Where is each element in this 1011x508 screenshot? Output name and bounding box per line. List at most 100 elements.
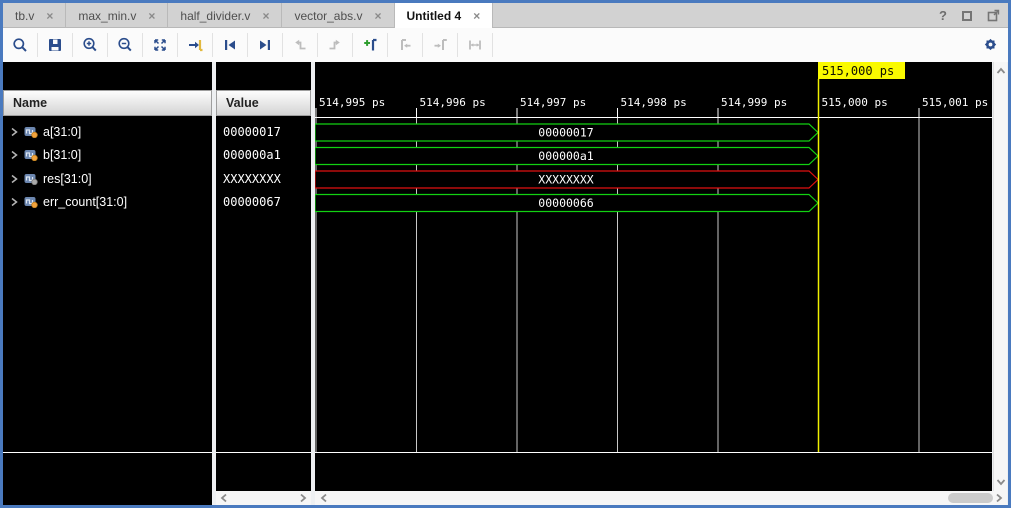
- window-controls: ?: [939, 3, 1000, 28]
- scroll-left-icon[interactable]: [218, 492, 230, 504]
- scroll-up-icon[interactable]: [995, 65, 1007, 77]
- waveform-vertical-scrollbar[interactable]: [993, 62, 1007, 491]
- previous-transition-icon: [222, 37, 238, 53]
- name-column-header[interactable]: Name: [3, 90, 212, 116]
- value-list: 00000017 000000a1 XXXXXXXX 00000067: [216, 120, 311, 214]
- bus-value-a: 00000017: [538, 126, 593, 140]
- expand-chevron-icon[interactable]: [10, 150, 19, 160]
- bus-signal-icon: [24, 149, 38, 161]
- bus-waveforms: 00000017 000000a1 XXXXXXXX 00000066: [315, 124, 818, 212]
- panel-divider-line: [315, 452, 992, 453]
- bus-signal-icon: [24, 126, 38, 138]
- signal-row-a[interactable]: a[31:0]: [3, 120, 212, 144]
- zoom-in-button[interactable]: [73, 33, 108, 57]
- help-icon[interactable]: ?: [939, 8, 947, 23]
- save-button[interactable]: [38, 33, 73, 57]
- signal-name: res[31:0]: [43, 172, 92, 186]
- zoom-out-icon: [117, 37, 133, 53]
- signal-row-err-count[interactable]: err_count[31:0]: [3, 191, 212, 215]
- signal-name: err_count[31:0]: [43, 195, 127, 209]
- tab-untitled-4[interactable]: Untitled 4 ×: [395, 3, 494, 28]
- scroll-right-icon[interactable]: [993, 492, 1005, 504]
- expand-chevron-icon[interactable]: [10, 127, 19, 137]
- tab-label: half_divider.v: [180, 9, 250, 23]
- scroll-left-icon[interactable]: [318, 492, 330, 504]
- maximize-icon[interactable]: [962, 11, 972, 21]
- go-to-cursor-icon: [187, 37, 203, 53]
- scroll-right-icon[interactable]: [297, 492, 309, 504]
- add-marker-icon: [362, 37, 378, 53]
- signal-value-a: 00000017: [216, 120, 311, 144]
- next-edge-icon: [327, 37, 343, 53]
- find-button[interactable]: [3, 33, 38, 57]
- values-horizontal-scrollbar[interactable]: [216, 491, 311, 505]
- go-to-cursor-button[interactable]: [178, 33, 213, 57]
- axis-tick-label: 514,998 ps: [621, 96, 687, 109]
- next-transition-button[interactable]: [248, 33, 283, 57]
- signal-name: b[31:0]: [43, 148, 81, 162]
- zoom-fit-button[interactable]: [143, 33, 178, 57]
- signal-row-res[interactable]: res[31:0]: [3, 167, 212, 191]
- marker-next-button[interactable]: [423, 33, 458, 57]
- gear-icon: [982, 36, 999, 53]
- waveform-canvas[interactable]: 514,995 ps 514,996 ps 514,997 ps 514,998…: [315, 62, 992, 491]
- close-icon[interactable]: ×: [375, 9, 382, 23]
- marker-next-icon: [432, 37, 448, 53]
- save-icon: [47, 37, 63, 53]
- signal-value-res: XXXXXXXX: [216, 167, 311, 191]
- signal-tree: a[31:0] b[31:0] res[31:0]: [3, 120, 212, 214]
- tab-max_min.v[interactable]: max_min.v ×: [66, 3, 168, 28]
- tab-label: Untitled 4: [407, 9, 462, 23]
- tab-label: vector_abs.v: [294, 9, 362, 23]
- expand-chevron-icon[interactable]: [10, 174, 19, 184]
- expand-chevron-icon[interactable]: [10, 197, 19, 207]
- tab-label: tb.v: [15, 9, 34, 23]
- marker-previous-button[interactable]: [388, 33, 423, 57]
- bus-signal-icon: [24, 173, 38, 185]
- close-icon[interactable]: ×: [473, 9, 480, 23]
- previous-transition-button[interactable]: [213, 33, 248, 57]
- tab-tb.v[interactable]: tb.v ×: [3, 3, 66, 28]
- bus-value-res: XXXXXXXX: [538, 173, 593, 187]
- fit-between-markers-button[interactable]: [458, 33, 493, 57]
- zoom-out-button[interactable]: [108, 33, 143, 57]
- next-transition-icon: [257, 37, 273, 53]
- axis-tick-label: 514,996 ps: [420, 96, 486, 109]
- signal-name-panel: Name a[31:0] b[31:0]: [3, 62, 212, 505]
- scrollbar-thumb[interactable]: [948, 493, 993, 503]
- zoom-fit-icon: [152, 37, 168, 53]
- waveform-horizontal-scrollbar[interactable]: [315, 491, 1007, 505]
- float-window-icon[interactable]: [987, 9, 1000, 22]
- zoom-in-icon: [82, 37, 98, 53]
- signal-value-err-count: 00000067: [216, 191, 311, 215]
- time-axis: 514,995 ps 514,996 ps 514,997 ps 514,998…: [315, 96, 992, 118]
- value-column-header[interactable]: Value: [216, 90, 311, 116]
- previous-edge-button[interactable]: [283, 33, 318, 57]
- settings-button[interactable]: [982, 36, 999, 58]
- axis-tick-label: 514,999 ps: [721, 96, 787, 109]
- axis-tick-label: 515,001 ps: [922, 96, 988, 109]
- close-icon[interactable]: ×: [262, 9, 269, 23]
- axis-tick-label: 514,995 ps: [319, 96, 385, 109]
- next-edge-button[interactable]: [318, 33, 353, 57]
- time-cursor[interactable]: 515,000 ps: [818, 62, 905, 452]
- cursor-time-label: 515,000 ps: [822, 64, 894, 78]
- close-icon[interactable]: ×: [148, 9, 155, 23]
- signal-value-b: 000000a1: [216, 144, 311, 168]
- panel-divider-line: [3, 452, 212, 453]
- bus-signal-icon: [24, 196, 38, 208]
- waveform-viewer-window: tb.v × max_min.v × half_divider.v × vect…: [0, 0, 1011, 508]
- tab-half_divider.v[interactable]: half_divider.v ×: [168, 3, 282, 28]
- panel-divider-line: [216, 452, 311, 453]
- waveform-plot[interactable]: 514,995 ps 514,996 ps 514,997 ps 514,998…: [315, 62, 992, 453]
- axis-tick-label: 515,000 ps: [822, 96, 888, 109]
- previous-edge-icon: [292, 37, 308, 53]
- signal-row-b[interactable]: b[31:0]: [3, 144, 212, 168]
- axis-tick-label: 514,997 ps: [520, 96, 586, 109]
- tab-vector_abs.v[interactable]: vector_abs.v ×: [282, 3, 394, 28]
- tab-bar: tb.v × max_min.v × half_divider.v × vect…: [3, 3, 1008, 28]
- scroll-down-icon[interactable]: [995, 476, 1007, 488]
- add-marker-button[interactable]: [353, 33, 388, 57]
- signal-name: a[31:0]: [43, 125, 81, 139]
- close-icon[interactable]: ×: [46, 9, 53, 23]
